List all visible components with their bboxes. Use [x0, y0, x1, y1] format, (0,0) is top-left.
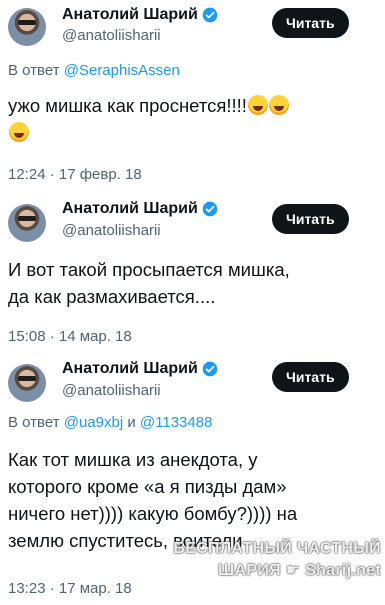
- avatar[interactable]: [8, 204, 46, 242]
- verified-badge-icon: [202, 361, 218, 377]
- mention-link[interactable]: @ua9xbj: [64, 414, 123, 431]
- tweet-text: И вот такой просыпается мишка, да как ра…: [8, 256, 378, 310]
- watermark-line-1: БЕСПЛАТНЫЙ ЧАСТНЫЙ: [173, 540, 381, 557]
- tweet-text-line: Как тот мишка из анекдота, у: [8, 449, 258, 470]
- tweet-timestamp[interactable]: 15:08 · 14 мар. 18: [8, 328, 132, 345]
- author-handle[interactable]: @anatoliisharii: [62, 382, 161, 399]
- avatar[interactable]: [8, 364, 46, 402]
- verified-badge-icon: [202, 201, 218, 217]
- author-name[interactable]: Анатолий Шарий: [62, 200, 198, 218]
- tweet-text-line: ничего нет)))) какую бомбу?)))) на: [8, 503, 298, 524]
- reply-joiner: и: [123, 414, 140, 431]
- mention-link[interactable]: @1133488: [140, 414, 213, 431]
- tweet-2[interactable]: Анатолий Шарий @anatoliisharii Читать И …: [0, 188, 385, 354]
- laughing-emoji-icon: [268, 95, 289, 115]
- author-handle[interactable]: @anatoliisharii: [62, 27, 161, 44]
- mention-link[interactable]: @SeraphisAssen: [64, 62, 180, 79]
- reply-to: В ответ @SeraphisAssen: [8, 62, 180, 79]
- laughing-emoji-icon: [247, 95, 268, 115]
- watermark-text: ШАРИЯ: [218, 562, 281, 579]
- tweet-text: ужо мишка как проснется!!!!: [8, 92, 378, 146]
- author-row: Анатолий Шарий: [62, 6, 218, 24]
- reply-prefix: В ответ: [8, 414, 64, 431]
- tweet-text-line: которого кроме «а я пизды дам»: [8, 476, 287, 497]
- tweet-timestamp[interactable]: 13:23 · 17 мар. 18: [8, 580, 132, 597]
- watermark: БЕСПЛАТНЫЙ ЧАСТНЫЙ ШАРИЯ ☛ Sharij.net: [150, 538, 385, 602]
- author-name[interactable]: Анатолий Шарий: [62, 6, 198, 24]
- tweet-1[interactable]: Анатолий Шарий @anatoliisharii Читать В …: [0, 0, 385, 188]
- author-name[interactable]: Анатолий Шарий: [62, 360, 198, 378]
- watermark-line-2: ШАРИЯ ☛ Sharij.net: [150, 560, 381, 582]
- follow-button[interactable]: Читать: [272, 362, 349, 392]
- pointing-hand-icon: ☛: [285, 562, 301, 579]
- avatar[interactable]: [8, 8, 46, 46]
- author-row: Анатолий Шарий: [62, 200, 218, 218]
- tweet-timestamp[interactable]: 12:24 · 17 февр. 18: [8, 166, 142, 183]
- laughing-emoji-icon: [9, 122, 29, 142]
- follow-button[interactable]: Читать: [272, 8, 349, 38]
- tweet-text-line: И вот такой просыпается мишка,: [8, 259, 290, 280]
- tweet-text-body: ужо мишка как проснется!!!!: [8, 95, 247, 116]
- author-handle[interactable]: @anatoliisharii: [62, 222, 161, 239]
- follow-button[interactable]: Читать: [272, 204, 349, 234]
- verified-badge-icon: [202, 7, 218, 23]
- author-row: Анатолий Шарий: [62, 360, 218, 378]
- reply-to: В ответ @ua9xbj и @1133488: [8, 414, 212, 431]
- watermark-site: Sharij.net: [305, 562, 381, 579]
- tweet-text-line: да как размахивается....: [8, 286, 216, 307]
- reply-prefix: В ответ: [8, 62, 64, 79]
